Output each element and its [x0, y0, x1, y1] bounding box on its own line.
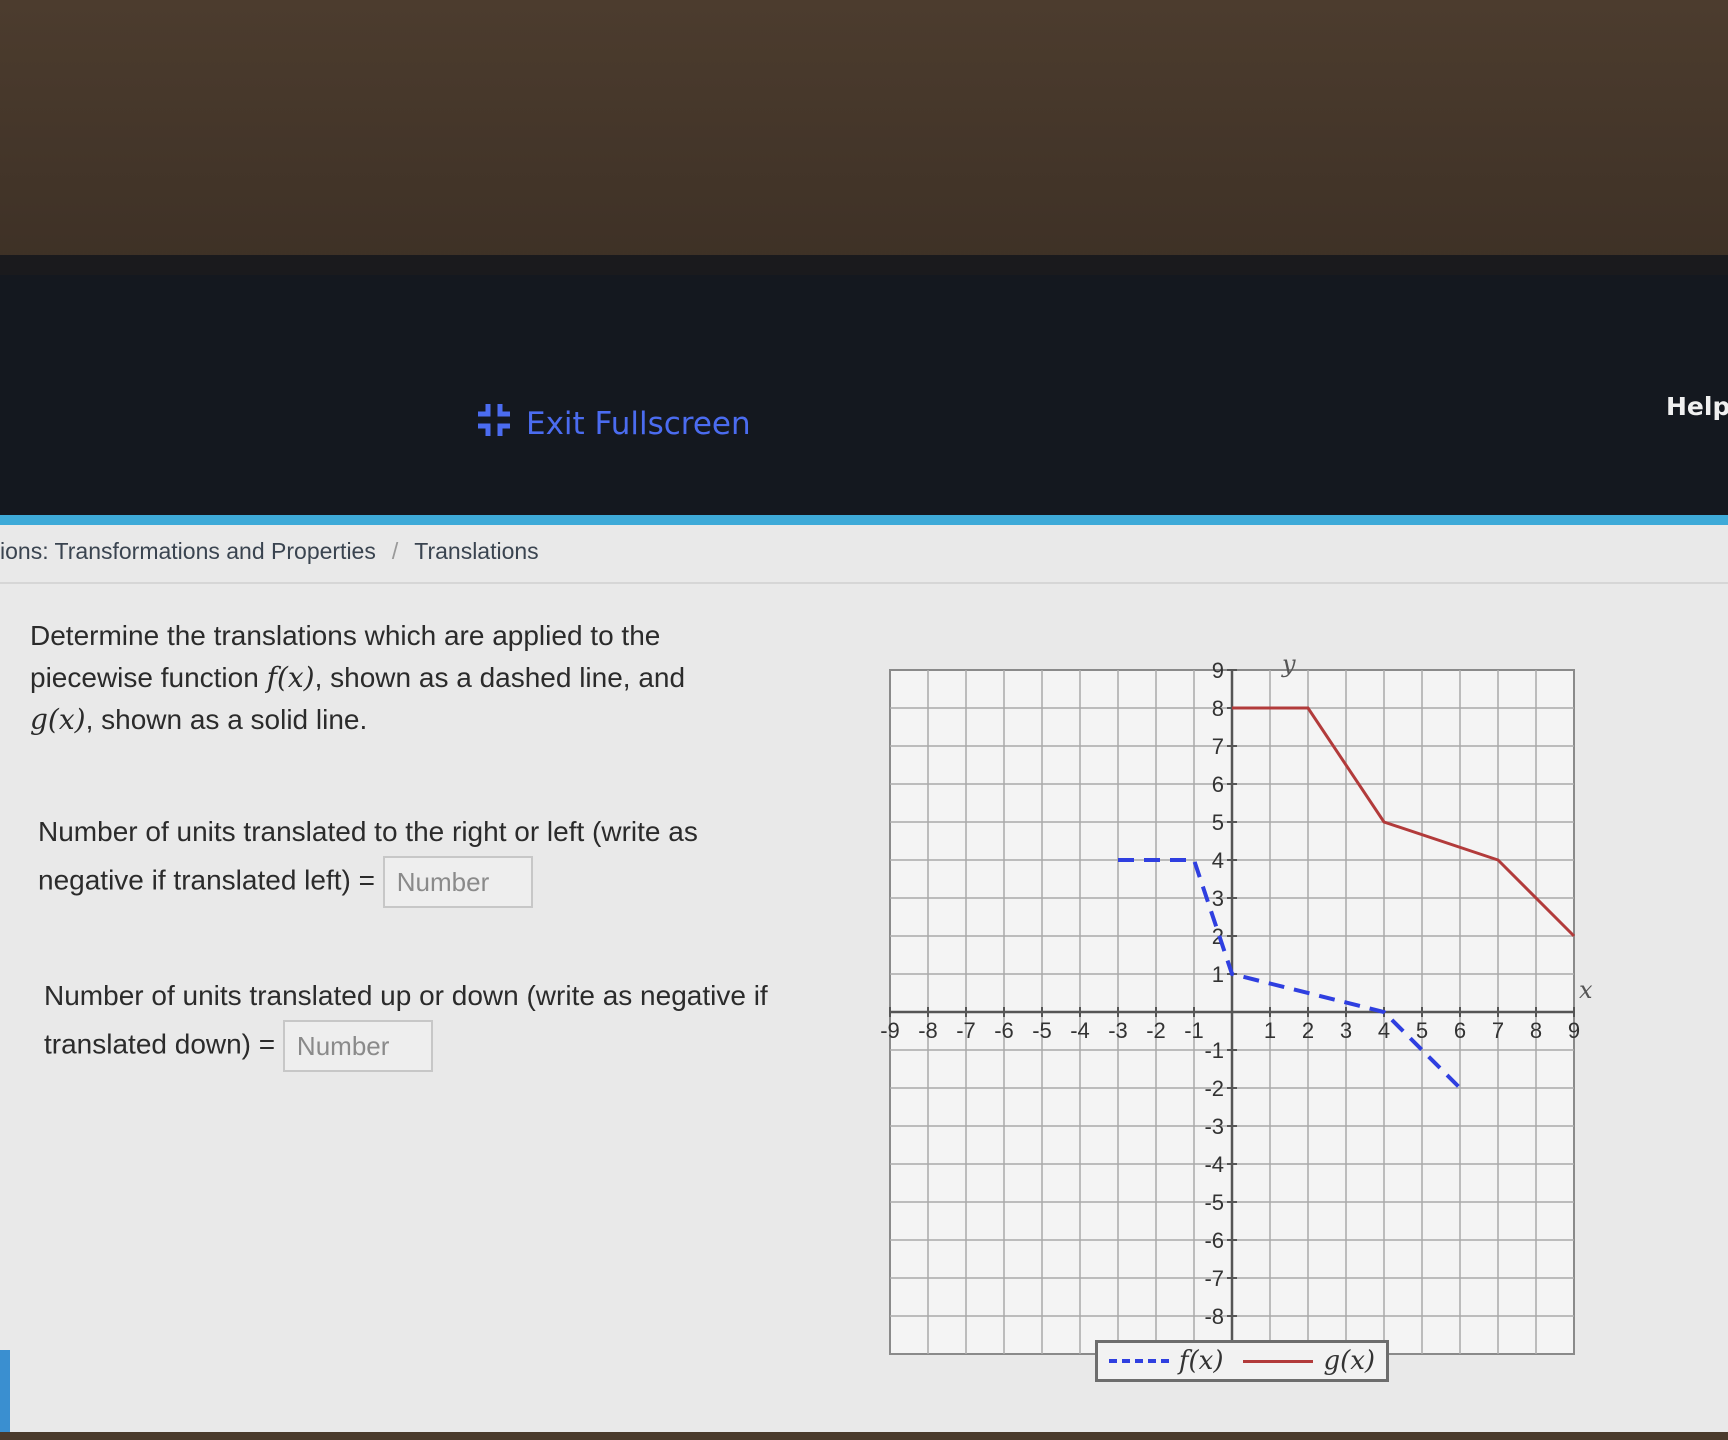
divider [0, 582, 1728, 584]
vertical-prompt-line-1: Number of units translated up or down (w… [44, 980, 768, 1011]
exit-fullscreen-button[interactable]: Exit Fullscreen [474, 400, 751, 448]
exit-fullscreen-label: Exit Fullscreen [526, 406, 751, 442]
x-tick-label: -8 [918, 1018, 938, 1043]
horizontal-prompt-line-2: negative if translated left) = [38, 856, 698, 908]
question-text-part: , shown as a solid line. [85, 704, 368, 735]
exit-fullscreen-icon [474, 400, 514, 448]
legend-f-label: f(x) [1178, 1346, 1224, 1376]
y-tick-label: -3 [1204, 1114, 1224, 1139]
x-tick-label: -9 [880, 1018, 900, 1043]
y-tick-label: -6 [1204, 1228, 1224, 1253]
y-tick-label: -1 [1204, 1038, 1224, 1063]
x-tick-label: 6 [1454, 1018, 1466, 1043]
x-tick-label: -7 [956, 1018, 976, 1043]
coordinate-graph: -9-8-7-6-5-4-3-2-1123456789-9-8-7-6-5-4-… [880, 650, 1593, 1367]
monitor-bezel [0, 255, 1728, 275]
y-tick-label: -5 [1204, 1190, 1224, 1215]
graph-legend: f(x) g(x) [1095, 1340, 1389, 1382]
f-symbol: f(x) [266, 661, 315, 694]
breadcrumb-separator: / [391, 538, 399, 564]
x-tick-label: -6 [994, 1018, 1014, 1043]
top-bar [0, 275, 1728, 525]
y-tick-label: 6 [1212, 772, 1224, 797]
y-tick-label: -8 [1204, 1304, 1224, 1329]
horizontal-translation-row: Number of units translated to the right … [38, 808, 698, 908]
question-line-2: piecewise function f(x), shown as a dash… [30, 657, 780, 699]
x-tick-label: 5 [1416, 1018, 1428, 1043]
question-text-part: piecewise function [30, 662, 267, 693]
x-tick-label: 2 [1302, 1018, 1314, 1043]
x-tick-label: -1 [1184, 1018, 1204, 1043]
accent-bar [0, 515, 1728, 525]
horizontal-translation-input[interactable] [382, 856, 533, 908]
breadcrumb-current: Translations [414, 538, 539, 564]
y-tick-label: 7 [1212, 734, 1224, 759]
y-tick-label: 3 [1212, 886, 1224, 911]
x-tick-label: 7 [1492, 1018, 1504, 1043]
breadcrumb: ions: Transformations and Properties / Tra… [0, 538, 539, 565]
y-tick-label: -2 [1204, 1076, 1224, 1101]
y-tick-label: 4 [1212, 848, 1224, 873]
x-tick-label: 3 [1340, 1018, 1352, 1043]
vertical-translation-row: Number of units translated up or down (w… [44, 972, 768, 1072]
y-tick-label: 1 [1212, 962, 1224, 987]
y-tick-label: -7 [1204, 1266, 1224, 1291]
help-link[interactable]: Help [1666, 392, 1728, 421]
x-tick-label: 9 [1568, 1018, 1580, 1043]
y-axis-label: y [1281, 650, 1296, 678]
x-tick-label: -4 [1070, 1018, 1090, 1043]
x-tick-label: -2 [1146, 1018, 1166, 1043]
question-line-1: Determine the translations which are app… [30, 620, 661, 651]
breadcrumb-section[interactable]: ions: Transformations and Properties [0, 538, 376, 564]
horizontal-prompt-line-1: Number of units translated to the right … [38, 816, 698, 847]
legend-solid-swatch [1243, 1359, 1314, 1363]
background-wall [0, 0, 1728, 262]
question-text: Determine the translations which are app… [30, 615, 780, 741]
y-tick-label: 5 [1212, 810, 1224, 835]
y-tick-label: 8 [1212, 696, 1224, 721]
vertical-translation-input[interactable] [282, 1020, 433, 1072]
vertical-prompt-line-2: translated down) = [44, 1020, 768, 1072]
y-tick-label: 9 [1212, 658, 1224, 683]
x-tick-label: -5 [1032, 1018, 1052, 1043]
x-tick-label: 1 [1264, 1018, 1276, 1043]
vertical-prompt-label: translated down) = [44, 1028, 276, 1060]
y-tick-label: -4 [1204, 1152, 1224, 1177]
x-tick-label: -3 [1108, 1018, 1128, 1043]
x-tick-label: 4 [1378, 1018, 1390, 1043]
left-edge-strip [0, 1350, 10, 1432]
question-text-part: , shown as a dashed line, and [314, 662, 686, 693]
g-symbol: g(x) [30, 703, 86, 736]
horizontal-prompt-label: negative if translated left) = [38, 864, 375, 896]
x-tick-label: 8 [1530, 1018, 1542, 1043]
x-axis-label: x [1579, 976, 1593, 1004]
question-line-3: g(x), shown as a solid line. [30, 699, 780, 741]
legend-dashed-swatch [1108, 1359, 1169, 1363]
legend-g-label: g(x) [1323, 1346, 1376, 1376]
